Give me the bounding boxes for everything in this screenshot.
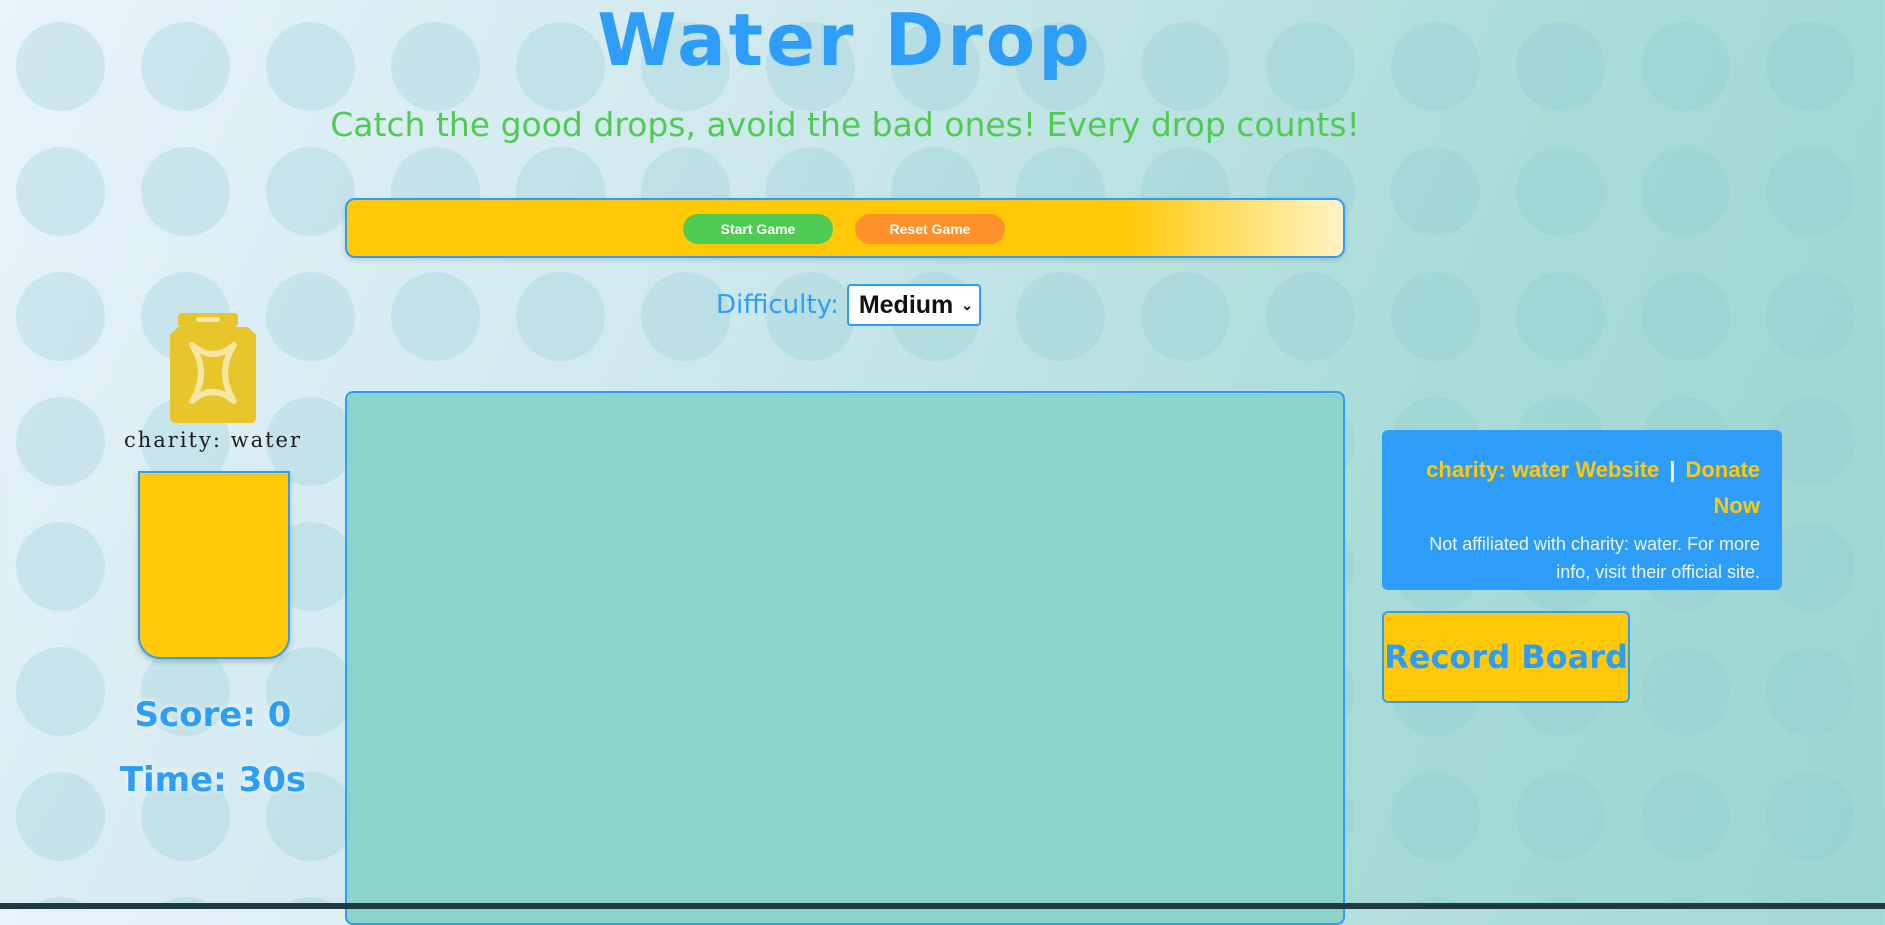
game-area[interactable] <box>345 391 1345 925</box>
donate-now-link[interactable]: Donate Now <box>1685 457 1760 518</box>
time-display: Time: 30s <box>119 760 307 800</box>
disclaimer-text: Not affiliated with charity: water. For … <box>1429 534 1760 582</box>
info-panel: charity: water Website | Donate Now Not af… <box>1382 430 1782 590</box>
score-display: Score: 0 <box>134 695 292 735</box>
bottom-bar <box>0 903 1885 909</box>
reset-game-button[interactable]: Reset Game <box>855 214 1005 244</box>
info-links: charity: water Website | Donate Now <box>1404 452 1760 524</box>
game-controls-bar: Start Game Reset Game <box>345 198 1345 258</box>
page-title: Water Drop <box>597 0 1093 82</box>
record-board-button[interactable]: Record Board <box>1382 611 1630 703</box>
difficulty-label: Difficulty: <box>716 290 839 320</box>
charity-water-logo-text: charity: water <box>123 428 302 452</box>
difficulty-select[interactable]: Medium ⌄ <box>846 284 982 326</box>
page-subtitle: Catch the good drops, avoid the bad ones… <box>330 105 1360 144</box>
difficulty-control: Difficulty: Medium ⌄ <box>716 283 982 327</box>
jerrycan-icon <box>170 313 256 423</box>
water-bucket <box>138 471 290 659</box>
chevron-down-icon: ⌄ <box>961 296 974 313</box>
difficulty-selected-value: Medium <box>858 290 954 319</box>
charity-website-link[interactable]: charity: water Website <box>1426 457 1659 482</box>
link-separator: | <box>1669 457 1676 482</box>
start-game-button[interactable]: Start Game <box>683 214 833 244</box>
